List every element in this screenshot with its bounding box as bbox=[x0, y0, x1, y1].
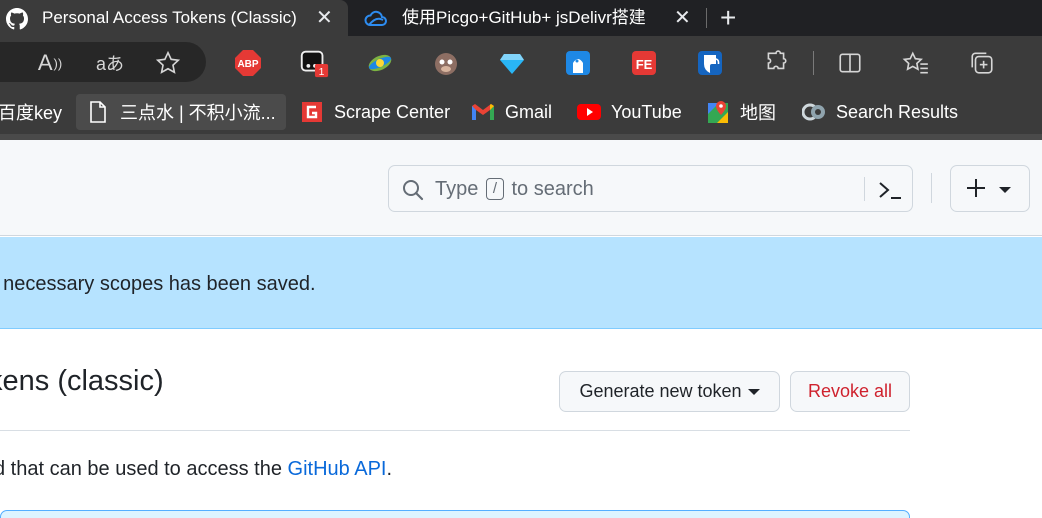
search-icon bbox=[401, 178, 425, 207]
search-shortcut-key: / bbox=[485, 178, 504, 200]
tab-personal-access-tokens[interactable]: Personal Access Tokens (Classic) ✕ bbox=[0, 0, 348, 36]
section-divider bbox=[0, 430, 910, 431]
caret-down-icon bbox=[747, 388, 760, 395]
bookmark-label: 地图 bbox=[740, 103, 776, 123]
info-box bbox=[0, 510, 910, 518]
youtube-icon bbox=[577, 100, 601, 124]
extension-badge-icon[interactable]: 1 bbox=[298, 47, 330, 79]
bookmark-label: Search Results bbox=[836, 101, 959, 122]
scrape-center-icon bbox=[300, 100, 324, 124]
bookmark-label: Scrape Center bbox=[334, 101, 451, 122]
search-input[interactable]: Type / to search bbox=[388, 165, 913, 212]
revoke-all-button[interactable]: Revoke all bbox=[790, 371, 910, 412]
github-icon bbox=[6, 8, 28, 30]
description-after: . bbox=[386, 458, 393, 480]
extension-badge-count: 1 bbox=[319, 67, 325, 78]
bookmarks-bar: 百度key 三点水 | 不积小流... Scrape Center Gmail … bbox=[0, 90, 1042, 134]
translate-icon[interactable]: aあ bbox=[94, 47, 126, 79]
bitwarden-icon[interactable] bbox=[694, 47, 726, 79]
tab-title: Personal Access Tokens (Classic) bbox=[42, 8, 297, 27]
github-api-link[interactable]: GitHub API bbox=[288, 458, 387, 480]
favorite-star-icon[interactable] bbox=[152, 47, 184, 79]
bookmark-search-results[interactable]: Search Results bbox=[802, 94, 958, 130]
search-results-icon bbox=[802, 100, 826, 124]
description-text: d that can be used to access the GitHub … bbox=[0, 458, 392, 481]
close-tab-icon[interactable]: ✕ bbox=[316, 0, 333, 36]
bookmark-sandianshui[interactable]: 三点水 | 不积小流... bbox=[76, 94, 286, 130]
bookmark-baidu-key[interactable]: 百度key bbox=[0, 94, 62, 130]
bird-extension-icon[interactable] bbox=[562, 47, 594, 79]
maps-icon bbox=[706, 100, 730, 124]
page-title: kens (classic) bbox=[0, 365, 164, 397]
browser-essentials-icon[interactable] bbox=[1026, 47, 1042, 79]
flash-notice: f necessary scopes has been saved. bbox=[0, 237, 1042, 329]
header-divider bbox=[931, 173, 932, 203]
download-manager-icon[interactable] bbox=[364, 47, 396, 79]
search-placeholder: Type / to search bbox=[435, 166, 594, 213]
github-header: Type / to search bbox=[0, 140, 1042, 236]
bookmark-label: 三点水 | 不积小流... bbox=[120, 103, 276, 123]
search-placeholder-before: Type bbox=[435, 178, 479, 200]
split-screen-icon[interactable] bbox=[834, 47, 866, 79]
fe-label: FE bbox=[636, 57, 653, 72]
page-icon bbox=[86, 100, 110, 124]
command-palette-icon[interactable] bbox=[877, 179, 903, 206]
generate-new-token-label: Generate new token bbox=[579, 381, 742, 401]
browser-toolbar: A)) aあ ABP 1 FE bbox=[0, 36, 1042, 90]
bookmark-scrape-center[interactable]: Scrape Center bbox=[300, 94, 450, 130]
bookmark-maps[interactable]: 地图 bbox=[706, 94, 776, 130]
chevron-down-icon bbox=[999, 187, 1011, 193]
bookmark-gmail[interactable]: Gmail bbox=[471, 94, 552, 130]
bookmark-youtube[interactable]: YouTube bbox=[577, 94, 682, 130]
favorites-icon[interactable] bbox=[900, 47, 932, 79]
new-tab-button[interactable]: + bbox=[720, 0, 736, 36]
tampermonkey-icon[interactable] bbox=[430, 47, 462, 79]
bookmark-label: 百度key bbox=[0, 103, 63, 123]
extensions-puzzle-icon[interactable] bbox=[760, 47, 792, 79]
close-tab-icon[interactable]: ✕ bbox=[674, 0, 691, 36]
tab-title: 使用Picgo+GitHub+ jsDelivr搭建 bbox=[402, 8, 646, 27]
abp-label: ABP bbox=[237, 59, 258, 70]
cloud-icon bbox=[364, 8, 387, 30]
bookmark-label: Gmail bbox=[505, 101, 553, 122]
fehelper-icon[interactable]: FE bbox=[628, 47, 660, 79]
gmail-icon bbox=[471, 100, 495, 124]
generate-new-token-button[interactable]: Generate new token bbox=[559, 371, 780, 412]
search-divider bbox=[864, 177, 865, 201]
tab-separator bbox=[706, 8, 707, 28]
read-aloud-icon[interactable]: A)) bbox=[34, 47, 66, 79]
toolbar-separator bbox=[813, 51, 814, 75]
read-aloud-glyph: A bbox=[37, 50, 53, 75]
search-placeholder-after: to search bbox=[511, 178, 594, 200]
browser-tab-strip: Personal Access Tokens (Classic) ✕ 使用Pic… bbox=[0, 0, 1042, 36]
bookmark-label: YouTube bbox=[611, 101, 682, 122]
revoke-all-label: Revoke all bbox=[807, 381, 893, 401]
flash-message: f necessary scopes has been saved. bbox=[0, 273, 316, 295]
collections-icon[interactable] bbox=[966, 47, 998, 79]
create-new-button[interactable] bbox=[950, 165, 1030, 212]
diamond-extension-icon[interactable] bbox=[496, 47, 528, 79]
description-before: d that can be used to access the bbox=[0, 458, 288, 480]
tab-picgo-github[interactable]: 使用Picgo+GitHub+ jsDelivr搭建 ✕ bbox=[356, 0, 704, 36]
plus-icon bbox=[965, 177, 987, 204]
adblock-plus-icon[interactable]: ABP bbox=[232, 47, 264, 79]
